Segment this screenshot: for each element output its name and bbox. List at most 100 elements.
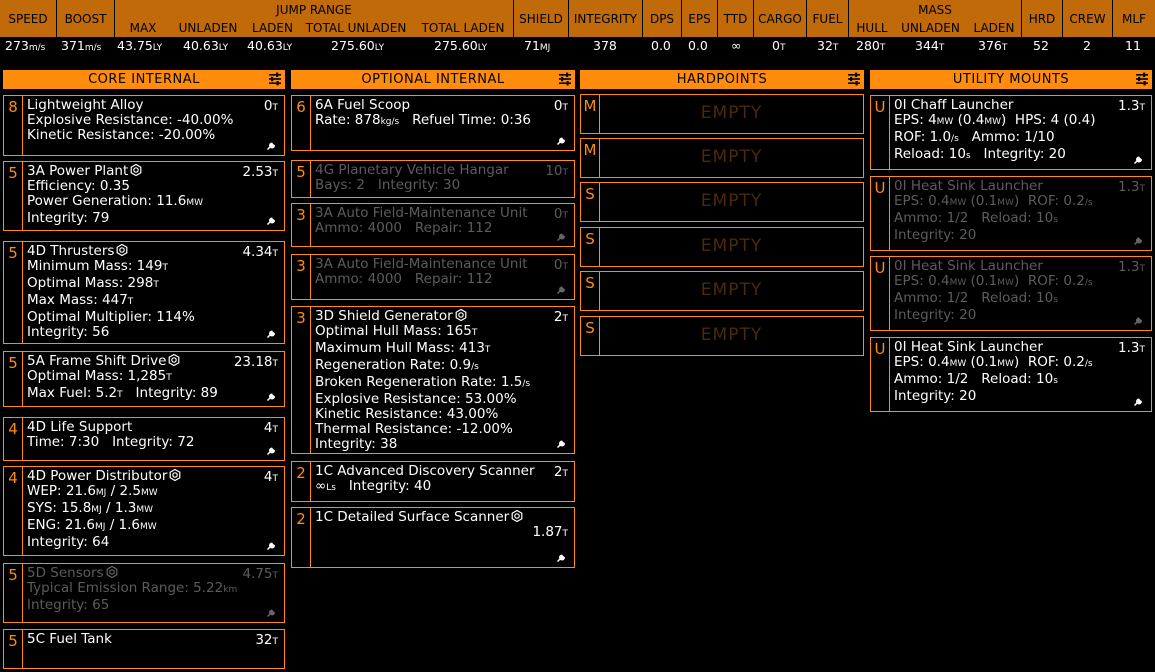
- wrench-icon[interactable]: [266, 214, 278, 226]
- cargo-header[interactable]: CARGO: [754, 0, 807, 37]
- wrench-icon[interactable]: [266, 606, 278, 618]
- optional-slot-surface-scanner[interactable]: 2 1C Detailed Surface Scanner 1.87T: [291, 507, 575, 568]
- slot-class: 5: [4, 630, 23, 668]
- jr-max-header[interactable]: MAX: [115, 21, 171, 35]
- jr-total-laden-header[interactable]: TOTAL LADEN: [412, 21, 514, 35]
- engineering-icon: [511, 510, 523, 522]
- optional-slot-afmu-1[interactable]: 3 3A Auto Field-Maintenance Unit 0T Ammo…: [291, 203, 575, 247]
- module-stat: Ammo: 1/2 Reload: 10s: [894, 371, 1058, 387]
- module-name: 4D Power Distributor: [27, 469, 280, 484]
- fuel-header-label: FUEL: [812, 12, 843, 26]
- core-slot-sensors[interactable]: 5 5D Sensors 4.75T Typical Emission Rang…: [3, 563, 285, 623]
- fuel-header[interactable]: FUEL: [807, 0, 849, 37]
- utility-slot-heatsink-3[interactable]: U 0I Heat Sink Launcher 1.3T EPS: 0.4MW …: [870, 337, 1152, 412]
- mass-header[interactable]: MASS HULL UNLADEN LADEN: [849, 0, 1022, 37]
- eps-header[interactable]: EPS: [682, 0, 718, 37]
- mass-laden-header[interactable]: LADEN: [966, 21, 1022, 35]
- optional-slot-shield-generator[interactable]: 3 3D Shield Generator 2T Optimal Hull Ma…: [291, 306, 575, 454]
- core-slot-power-plant[interactable]: 5 3A Power Plant 2.53T Efficiency: 0.35 …: [3, 161, 285, 231]
- wrench-icon[interactable]: [556, 283, 568, 295]
- wrench-icon[interactable]: [266, 390, 278, 402]
- dps-header[interactable]: DPS: [643, 0, 682, 37]
- shield-value: 71MJ: [524, 38, 551, 53]
- optional-slot-afmu-2[interactable]: 3 3A Auto Field-Maintenance Unit 0T Ammo…: [291, 254, 575, 300]
- jump-range-header[interactable]: JUMP RANGE MAX UNLADEN LADEN TOTAL UNLAD…: [115, 0, 514, 37]
- hardpoint-slot[interactable]: M EMPTY: [580, 138, 864, 178]
- jr-laden-header[interactable]: LADEN: [245, 21, 300, 35]
- utility-slot-heatsink-1[interactable]: U 0I Heat Sink Launcher 1.3T EPS: 0.4MW …: [870, 176, 1152, 251]
- wrench-icon[interactable]: [1133, 153, 1145, 165]
- mass-unladen-header[interactable]: UNLADEN: [895, 21, 966, 35]
- hardpoint-slot[interactable]: M EMPTY: [580, 94, 864, 134]
- hardpoint-slot[interactable]: S EMPTY: [580, 316, 864, 356]
- core-filter-icon[interactable]: [268, 72, 282, 86]
- empty-slot-label: EMPTY: [700, 280, 763, 300]
- slot-class: 5: [4, 564, 23, 622]
- optional-slot-discovery-scanner[interactable]: 2 1C Advanced Discovery Scanner 2T ∞Ls I…: [291, 461, 575, 502]
- wrench-icon[interactable]: [266, 444, 278, 456]
- empty-slot-label: EMPTY: [700, 147, 763, 167]
- core-slot-power-distributor[interactable]: 4 4D Power Distributor 4T WEP: 21.6MJ / …: [3, 466, 285, 556]
- core-slot-armour[interactable]: 8 Lightweight Alloy 0T Explosive Resista…: [3, 95, 285, 156]
- hardpoint-slot[interactable]: S EMPTY: [580, 182, 864, 222]
- empty-slot-label: EMPTY: [700, 236, 763, 256]
- crew-header-label: CREW: [1069, 12, 1106, 26]
- optional-slot-vehicle-hangar[interactable]: 5 4G Planetary Vehicle Hangar 10T Bays: …: [291, 160, 575, 198]
- wrench-icon[interactable]: [266, 539, 278, 551]
- module-stat: Integrity: 20: [894, 227, 977, 243]
- module-name: 4D Life Support: [27, 419, 133, 435]
- core-slot-fuel-tank[interactable]: 5 5C Fuel Tank 32T: [3, 629, 285, 669]
- shield-header[interactable]: SHIELD: [514, 0, 569, 37]
- wrench-icon[interactable]: [556, 551, 568, 563]
- jump-range-label: JUMP RANGE: [276, 3, 352, 17]
- hardpoint-slot[interactable]: S EMPTY: [580, 271, 864, 311]
- ttd-header[interactable]: TTD: [718, 0, 754, 37]
- wrench-icon[interactable]: [1133, 395, 1145, 407]
- optional-slot-fuel-scoop[interactable]: 6 6A Fuel Scoop 0T Rate: 878kg/s Refuel …: [291, 95, 575, 151]
- utility-mounts-title: UTILITY MOUNTS: [952, 72, 1070, 87]
- empty-slot-label: EMPTY: [700, 191, 763, 211]
- utility-slot-heatsink-2[interactable]: U 0I Heat Sink Launcher 1.3T EPS: 0.4MW …: [870, 256, 1152, 331]
- engineering-icon: [130, 164, 142, 176]
- slot-class: 6: [292, 96, 311, 150]
- wrench-icon[interactable]: [556, 437, 568, 449]
- core-slot-thrusters[interactable]: 5 4D Thrusters 4.34T Minimum Mass: 149T …: [3, 241, 285, 344]
- jr-laden-value: 40.63LY: [247, 38, 293, 53]
- hardpoints-filter-icon[interactable]: [847, 72, 861, 86]
- core-slot-fsd[interactable]: 5 5A Frame Shift Drive 23.18T Optimal Ma…: [3, 351, 285, 407]
- integrity-header[interactable]: INTEGRITY: [569, 0, 643, 37]
- module-name: 3A Auto Field-Maintenance Unit: [315, 205, 528, 221]
- core-slot-life-support[interactable]: 4 4D Life Support 4T Time: 7:30 Integrit…: [3, 417, 285, 461]
- utility-slot-chaff[interactable]: U 0I Chaff Launcher 1.3T EPS: 4MW (0.4MW…: [870, 95, 1152, 170]
- jr-unladen-value: 40.63LY: [183, 38, 229, 53]
- module-stat: Max Fuel: 5.2T Integrity: 89: [27, 385, 218, 401]
- jr-total-unladen-header[interactable]: TOTAL UNLADEN: [300, 21, 412, 35]
- module-mass: 1.3T: [1118, 179, 1145, 195]
- module-mass: 2.53T: [242, 164, 278, 180]
- wrench-icon[interactable]: [1133, 234, 1145, 246]
- hrd-value: 52: [1033, 38, 1049, 53]
- boost-header[interactable]: BOOST: [57, 0, 115, 37]
- module-name: 5C Fuel Tank: [27, 631, 112, 647]
- wrench-icon[interactable]: [266, 327, 278, 339]
- jr-unladen-header[interactable]: UNLADEN: [171, 21, 245, 35]
- hrd-header[interactable]: HRD: [1022, 0, 1063, 37]
- module-name: 4G Planetary Vehicle Hangar: [315, 162, 509, 178]
- module-stat: Integrity: 38: [315, 436, 398, 452]
- mass-hull-header[interactable]: HULL: [849, 21, 895, 35]
- hrd-header-label: HRD: [1028, 12, 1056, 26]
- wrench-icon[interactable]: [266, 139, 278, 151]
- mlf-header[interactable]: MLF: [1113, 0, 1155, 37]
- speed-header[interactable]: SPEED: [0, 0, 57, 37]
- wrench-icon[interactable]: [556, 134, 568, 146]
- utility-filter-icon[interactable]: [1135, 72, 1149, 86]
- hardpoint-slot[interactable]: S EMPTY: [580, 227, 864, 267]
- module-name: Lightweight Alloy: [27, 97, 144, 113]
- module-stat: EPS: 0.4MW (0.1MW) ROF: 0.2/s: [894, 193, 1093, 209]
- wrench-icon[interactable]: [556, 230, 568, 242]
- module-stat: EPS: 4MW (0.4MW) HPS: 4 (0.4): [894, 112, 1096, 128]
- wrench-icon[interactable]: [1133, 314, 1145, 326]
- optional-filter-icon[interactable]: [558, 72, 572, 86]
- ttd-value: ∞: [731, 38, 742, 53]
- crew-header[interactable]: CREW: [1063, 0, 1113, 37]
